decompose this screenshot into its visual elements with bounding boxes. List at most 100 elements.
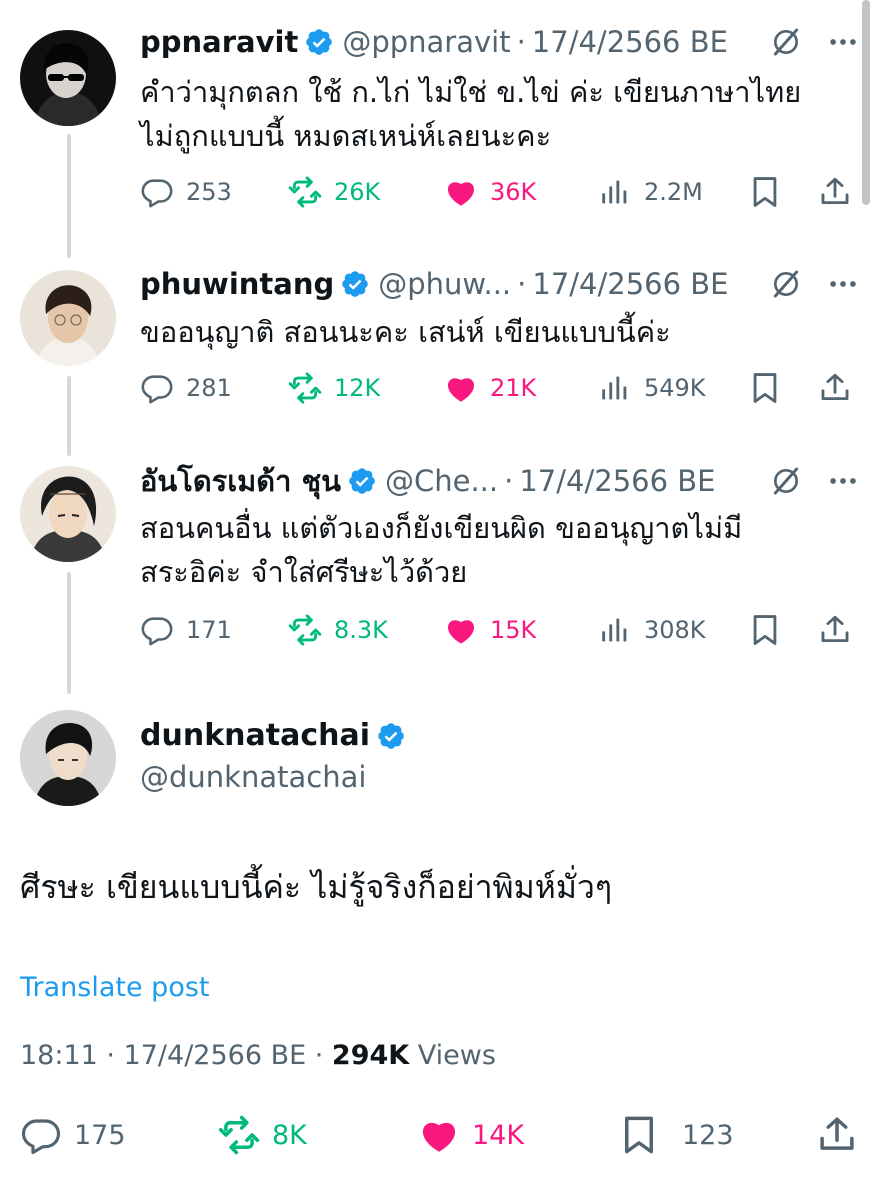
main-tweet-text: ศีรษะ เขียนแบบนี้ค่ะ ไม่รู้จริงก็อย่าพิม…	[20, 868, 613, 906]
tweet-actions: 171 8.3K 15K 308K	[140, 610, 860, 650]
share-button[interactable]	[816, 1112, 858, 1158]
username[interactable]: @Che...	[385, 464, 498, 498]
tweet-header-1: ppnaravit @ppnaravit · 17/4/2566 BE	[140, 22, 860, 62]
timestamp[interactable]: 17/4/2566 BE	[532, 267, 728, 301]
like-button[interactable]: 14K	[418, 1112, 524, 1158]
timestamp[interactable]: 18:11 · 17/4/2566 BE ·	[20, 1040, 332, 1071]
like-button[interactable]: 15K	[444, 610, 536, 650]
username[interactable]: @phuw...	[378, 267, 511, 301]
username[interactable]: @dunknatachai	[140, 760, 366, 794]
separator-dot: ·	[504, 464, 514, 498]
tweet-text: คำว่ามุกตลก ใช้ ก.ไก่ ไม่ใช่ ข.ไข่ ค่ะ เ…	[140, 70, 860, 158]
avatar-dunknatachai[interactable]	[20, 710, 116, 806]
views-button[interactable]: 308K	[598, 610, 706, 650]
repost-icon	[288, 613, 322, 647]
verified-badge-icon	[340, 269, 370, 299]
views-count: 549K	[644, 374, 706, 402]
display-name[interactable]: อันโดรเมด้า ชุน	[140, 458, 341, 504]
avatar-phuwintang[interactable]	[20, 270, 116, 366]
share-icon	[818, 371, 852, 405]
bookmark-button[interactable]: 123	[618, 1112, 734, 1158]
like-icon	[444, 613, 478, 647]
repost-icon	[288, 175, 322, 209]
tweet-text-line: ไม่ถูกแบบนี้ หมดสเหน่ห์เลยนะคะ	[140, 119, 552, 153]
tweet-actions: 253 26K 36K 2.2M	[140, 172, 860, 212]
avatar-ppnaravit[interactable]	[20, 30, 116, 126]
bookmark-button[interactable]	[748, 172, 782, 212]
reply-count: 171	[186, 616, 232, 644]
main-tweet-actions: 175 8K 14K 123	[20, 1112, 860, 1158]
views-count: 294K	[331, 1040, 410, 1071]
display-name[interactable]: phuwintang	[140, 267, 334, 301]
share-icon	[818, 175, 852, 209]
verified-badge-icon	[304, 27, 334, 57]
bookmark-icon	[618, 1114, 660, 1156]
reply-count: 253	[186, 178, 232, 206]
bookmark-icon	[748, 175, 782, 209]
bookmark-button[interactable]	[748, 610, 782, 650]
views-button[interactable]: 2.2M	[598, 172, 703, 212]
views-count: 308K	[644, 616, 706, 644]
views-label: Views	[409, 1040, 496, 1071]
tweet-actions: 281 12K 21K 549K	[140, 368, 860, 408]
more-icon[interactable]	[826, 267, 860, 301]
timestamp[interactable]: 17/4/2566 BE	[519, 464, 715, 498]
avatar-anime-character[interactable]	[20, 466, 116, 562]
grok-icon[interactable]	[770, 465, 802, 497]
verified-badge-icon	[347, 466, 377, 496]
like-count: 14K	[472, 1119, 525, 1151]
views-icon	[598, 371, 632, 405]
like-icon	[444, 175, 478, 209]
translate-post-link[interactable]: Translate post	[20, 972, 210, 1003]
like-icon	[418, 1114, 460, 1156]
separator-dot: ·	[517, 267, 527, 301]
grok-icon[interactable]	[770, 268, 802, 300]
reply-icon	[20, 1114, 62, 1156]
tweet-text: ขออนุญาติ สอนนะคะ เสน่ห์ เขียนแบบนี้ค่ะ	[140, 310, 860, 354]
reply-icon	[140, 371, 174, 405]
more-icon[interactable]	[826, 25, 860, 59]
repost-button[interactable]: 8.3K	[288, 610, 388, 650]
tweet-text-line: สอนคนอื่น แต่ตัวเองก็ยังเขียนผิด ขออนุญา…	[140, 511, 743, 545]
repost-count: 26K	[334, 178, 381, 206]
repost-button[interactable]: 12K	[288, 368, 380, 408]
reply-button[interactable]: 171	[140, 610, 232, 650]
scrollbar[interactable]	[862, 0, 870, 205]
bookmark-button[interactable]	[748, 368, 782, 408]
like-count: 21K	[490, 374, 537, 402]
tweet-text-line: คำว่ามุกตลก ใช้ ก.ไก่ ไม่ใช่ ข.ไข่ ค่ะ เ…	[140, 75, 802, 109]
more-icon[interactable]	[826, 464, 860, 498]
reply-button[interactable]: 253	[140, 172, 232, 212]
views-count: 2.2M	[644, 178, 703, 206]
bookmark-count: 123	[682, 1119, 734, 1151]
like-button[interactable]: 36K	[444, 172, 536, 212]
display-name[interactable]: dunknatachai	[140, 718, 370, 753]
like-count: 15K	[490, 616, 537, 644]
grok-icon[interactable]	[770, 26, 802, 58]
tweet-header-2: phuwintang @phuw... · 17/4/2566 BE	[140, 264, 860, 304]
bookmark-icon	[748, 371, 782, 405]
repost-count: 8.3K	[334, 616, 388, 644]
repost-icon	[218, 1114, 260, 1156]
reply-count: 175	[74, 1119, 126, 1151]
share-button[interactable]	[818, 610, 852, 650]
repost-button[interactable]: 26K	[288, 172, 380, 212]
bookmark-icon	[748, 613, 782, 647]
thread-line-3	[67, 572, 71, 694]
share-button[interactable]	[818, 172, 852, 212]
like-button[interactable]: 21K	[444, 368, 536, 408]
username[interactable]: @ppnaravit	[342, 25, 510, 59]
thread-line-2	[67, 376, 71, 456]
reply-icon	[140, 613, 174, 647]
tweet-text: สอนคนอื่น แต่ตัวเองก็ยังเขียนผิด ขออนุญา…	[140, 506, 860, 594]
display-name[interactable]: ppnaravit	[140, 25, 298, 59]
views-button[interactable]: 549K	[598, 368, 706, 408]
share-button[interactable]	[818, 368, 852, 408]
reply-button[interactable]: 175	[20, 1112, 126, 1158]
repost-icon	[288, 371, 322, 405]
tweet-header-3: อันโดรเมด้า ชุน @Che... · 17/4/2566 BE	[140, 461, 860, 501]
repost-button[interactable]: 8K	[218, 1112, 307, 1158]
reply-button[interactable]: 281	[140, 368, 232, 408]
timestamp[interactable]: 17/4/2566 BE	[532, 25, 728, 59]
reply-count: 281	[186, 374, 232, 402]
